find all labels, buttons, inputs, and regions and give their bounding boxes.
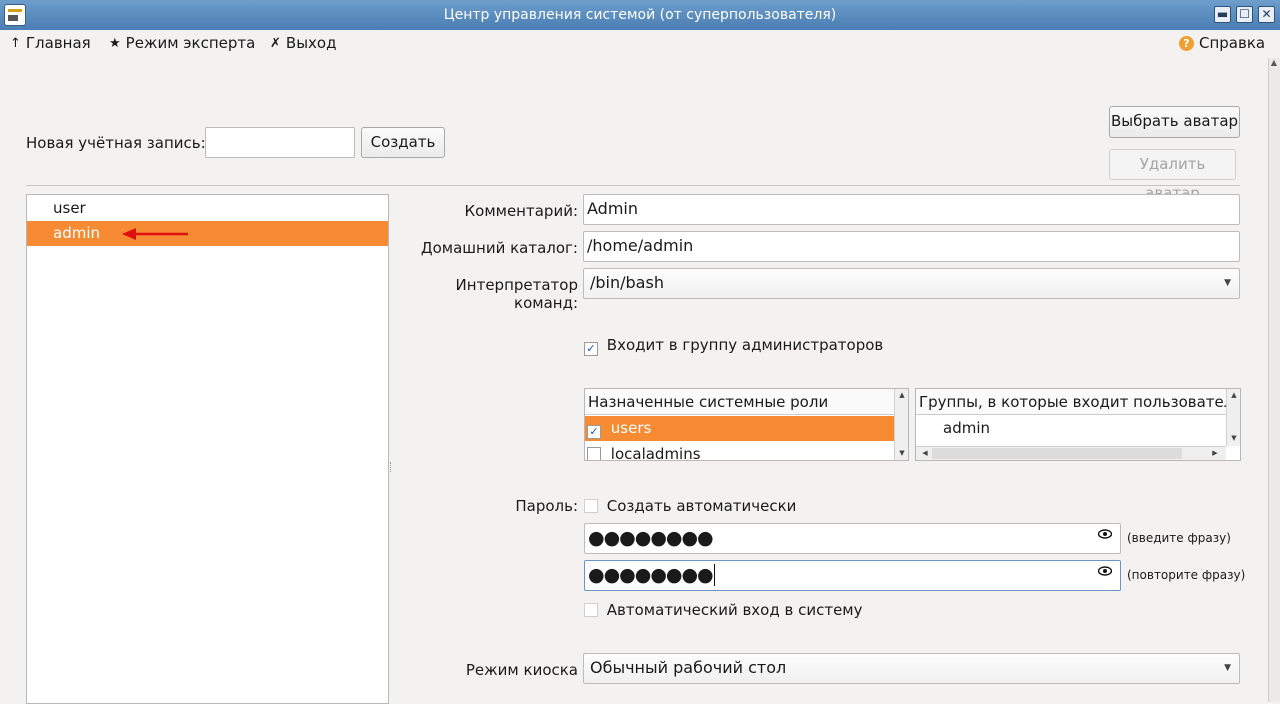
- groups-header: Группы, в которые входит пользовател: [916, 389, 1226, 415]
- admin-group-label: Входит в группу администраторов: [606, 336, 884, 354]
- window-title: Центр управления системой (от суперпольз…: [443, 7, 837, 23]
- shell-value: /bin/bash: [590, 273, 664, 292]
- checkbox-icon: [584, 603, 598, 617]
- comment-field[interactable]: Admin: [583, 194, 1240, 225]
- scroll-up-icon[interactable]: ▲: [1227, 389, 1240, 401]
- expert-mode-link[interactable]: ★ Режим эксперта: [109, 34, 255, 52]
- roles-header: Назначенные системные роли: [585, 389, 894, 415]
- auto-password-checkbox[interactable]: Создать автоматически: [584, 497, 796, 515]
- kiosk-label: Режим киоска: [465, 661, 578, 679]
- roles-scrollbar[interactable]: ▲ ▼: [894, 389, 908, 460]
- scroll-down-icon[interactable]: ▼: [895, 447, 908, 459]
- shell-label: Интерпретатор команд:: [455, 276, 578, 312]
- scroll-left-icon[interactable]: ◀: [918, 447, 932, 459]
- user-list[interactable]: user admin: [26, 194, 389, 704]
- annotation-arrow-icon: [122, 228, 188, 240]
- checkbox-icon: [584, 499, 598, 513]
- roles-list[interactable]: Назначенные системные роли ✓ users local…: [584, 388, 909, 461]
- password-hint: (введите фразу): [1127, 531, 1231, 545]
- maximize-button[interactable]: ☐: [1236, 6, 1253, 23]
- eye-icon[interactable]: [1098, 566, 1112, 576]
- create-button[interactable]: Создать: [361, 127, 445, 158]
- scroll-up-icon[interactable]: ▲: [1268, 58, 1280, 72]
- password-confirm-value: ●●●●●●●●: [588, 564, 714, 586]
- role-item-localadmins[interactable]: localadmins: [585, 442, 894, 461]
- splitter-handle[interactable]: [390, 462, 393, 472]
- text-cursor: [713, 564, 715, 586]
- password-confirm-hint: (повторите фразу): [1127, 568, 1246, 582]
- password-field[interactable]: ●●●●●●●●: [584, 523, 1121, 554]
- password-label: Пароль:: [515, 497, 578, 515]
- password-value: ●●●●●●●●: [588, 527, 714, 549]
- groups-vscrollbar[interactable]: ▲ ▼: [1226, 389, 1240, 446]
- up-arrow-icon: ↑: [10, 35, 21, 51]
- minimize-button[interactable]: ▬: [1214, 6, 1231, 23]
- star-icon: ★: [109, 35, 121, 51]
- role-label: localadmins: [610, 445, 701, 461]
- new-account-input[interactable]: [205, 127, 355, 158]
- scroll-down-icon[interactable]: ▼: [1227, 432, 1240, 444]
- scroll-up-icon[interactable]: ▲: [895, 389, 908, 401]
- admin-group-checkbox[interactable]: ✓ Входит в группу администраторов: [584, 336, 883, 356]
- choose-avatar-button[interactable]: Выбрать аватар: [1109, 106, 1240, 138]
- home-dir-label: Домашний каталог:: [420, 239, 578, 257]
- groups-list[interactable]: Группы, в которые входит пользовател adm…: [915, 388, 1241, 461]
- kiosk-value: Обычный рабочий стол: [590, 658, 787, 677]
- exit-icon: ✗: [270, 35, 281, 51]
- eye-icon[interactable]: [1098, 529, 1112, 539]
- title-bar: Центр управления системой (от суперпольз…: [0, 0, 1280, 30]
- checkbox-icon: ✓: [584, 342, 598, 356]
- help-icon: ?: [1179, 35, 1194, 51]
- exit-link[interactable]: ✗ Выход: [270, 34, 336, 52]
- home-label: Главная: [25, 34, 91, 52]
- help-link[interactable]: ? Справка: [1179, 34, 1265, 52]
- role-item-users[interactable]: ✓ users: [585, 416, 894, 441]
- home-dir-field[interactable]: /home/admin: [583, 231, 1240, 262]
- user-list-item-user[interactable]: user: [27, 196, 388, 221]
- separator: [26, 185, 1240, 186]
- home-link[interactable]: ↑ Главная: [10, 34, 91, 52]
- close-button[interactable]: ✕: [1258, 6, 1275, 23]
- chevron-down-icon: ▼: [1224, 278, 1231, 288]
- window-scrollbar[interactable]: [1268, 58, 1280, 702]
- scroll-right-icon[interactable]: ▶: [1208, 447, 1222, 459]
- user-list-item-admin[interactable]: admin: [27, 221, 388, 246]
- comment-label: Комментарий:: [464, 202, 579, 220]
- exit-label: Выход: [285, 34, 337, 52]
- shell-select[interactable]: /bin/bash ▼: [583, 268, 1240, 299]
- user-list-item-label: admin: [53, 224, 100, 242]
- help-label: Справка: [1199, 34, 1266, 52]
- scroll-thumb[interactable]: [932, 448, 1182, 459]
- expert-mode-label: Режим эксперта: [125, 34, 256, 52]
- delete-avatar-button: Удалить аватар: [1109, 149, 1236, 202]
- auto-password-label: Создать автоматически: [606, 497, 797, 515]
- groups-hscrollbar[interactable]: ◀ ▶: [916, 446, 1226, 460]
- checkbox-icon: [587, 447, 601, 460]
- kiosk-select[interactable]: Обычный рабочий стол ▼: [583, 653, 1240, 684]
- checkbox-icon: ✓: [587, 425, 601, 439]
- new-account-label: Новая учётная запись:: [26, 134, 206, 152]
- autologin-checkbox[interactable]: Автоматический вход в систему: [584, 601, 863, 619]
- password-confirm-field[interactable]: ●●●●●●●●: [584, 560, 1121, 591]
- group-item[interactable]: admin: [943, 416, 1223, 441]
- role-label: users: [610, 419, 652, 437]
- autologin-label: Автоматический вход в систему: [606, 601, 863, 619]
- chevron-down-icon: ▼: [1224, 663, 1231, 673]
